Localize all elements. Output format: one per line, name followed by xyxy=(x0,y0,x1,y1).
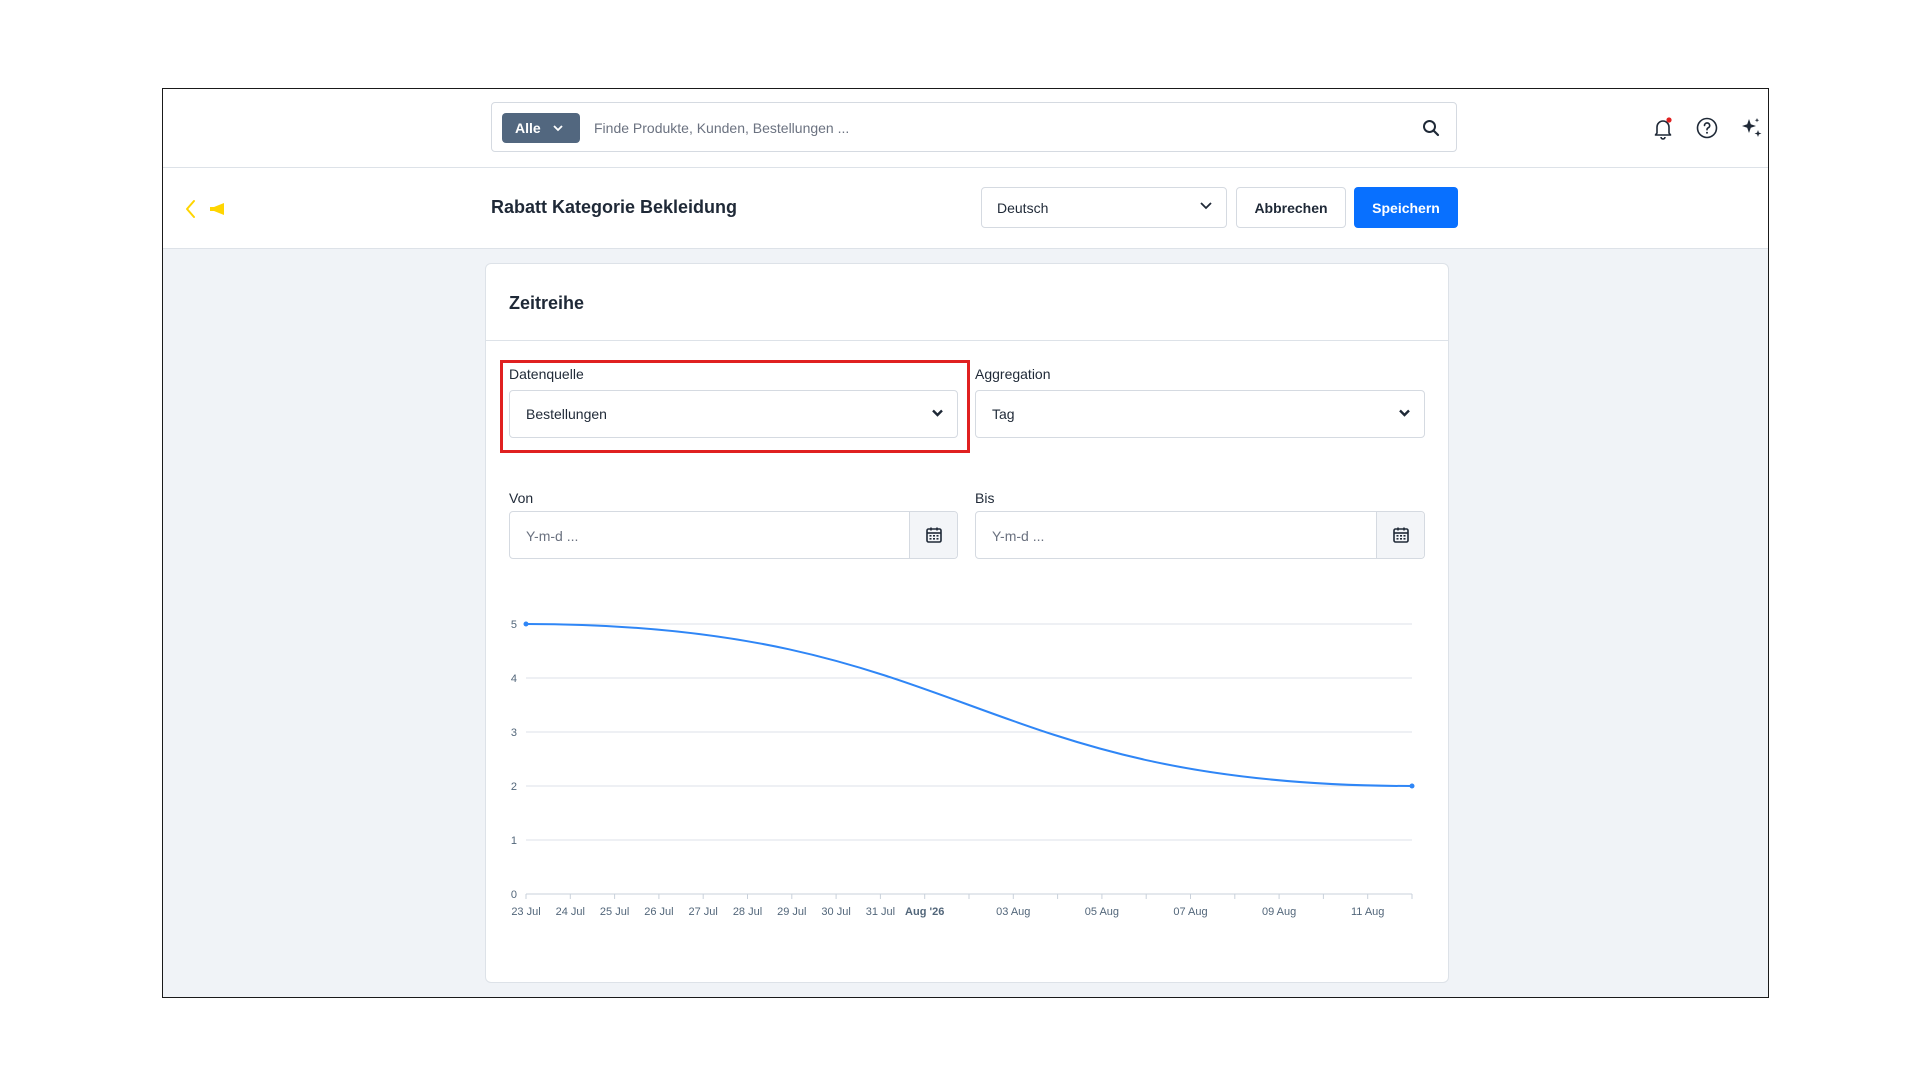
x-tick-label: 27 Jul xyxy=(689,906,718,918)
y-tick-label: 3 xyxy=(511,727,517,739)
language-select-value: Deutsch xyxy=(997,199,1049,216)
chevron-left-icon[interactable] xyxy=(181,198,201,220)
cancel-button[interactable]: Abbrechen xyxy=(1236,187,1346,228)
smart-bar: Rabatt Kategorie Bekleidung Deutsch Abbr… xyxy=(163,168,1768,249)
data-point xyxy=(523,621,529,627)
page-title: Rabatt Kategorie Bekleidung xyxy=(491,197,738,217)
calendar-icon[interactable] xyxy=(909,512,957,558)
series-line xyxy=(525,623,1413,787)
y-tick-label: 2 xyxy=(511,781,517,793)
language-select[interactable]: Deutsch xyxy=(981,187,1227,228)
to-label: Bis xyxy=(975,490,995,506)
x-tick-label: 26 Jul xyxy=(644,906,673,918)
to-date-input[interactable] xyxy=(992,525,1292,547)
y-tick-label: 1 xyxy=(511,835,517,847)
search-filter-label: Alle xyxy=(515,120,541,136)
from-date-field xyxy=(509,511,958,559)
help-icon[interactable] xyxy=(1694,115,1720,141)
x-tick-label: Aug '26 xyxy=(905,906,944,918)
chevron-down-icon xyxy=(553,124,563,131)
from-label: Von xyxy=(509,490,534,506)
search-input[interactable] xyxy=(594,115,1394,141)
x-tick-label: 28 Jul xyxy=(733,906,762,918)
card-header: Zeitreihe xyxy=(486,264,1448,341)
megaphone-icon xyxy=(208,202,228,215)
chevron-down-icon xyxy=(1200,202,1212,210)
y-tick-label: 5 xyxy=(511,619,517,631)
global-search: Alle xyxy=(491,102,1457,152)
data-point xyxy=(1409,783,1415,789)
x-tick-label: 07 Aug xyxy=(1173,906,1207,918)
bell-icon[interactable] xyxy=(1650,115,1676,141)
save-button[interactable]: Speichern xyxy=(1354,187,1458,228)
y-tick-label: 4 xyxy=(511,673,517,685)
datasource-value: Bestellungen xyxy=(526,406,607,422)
aggregation-value: Tag xyxy=(992,406,1015,422)
aggregation-select[interactable]: Tag xyxy=(975,390,1425,438)
x-tick-label: 11 Aug xyxy=(1351,906,1384,918)
from-date-input[interactable] xyxy=(526,525,826,547)
datasource-label: Datenquelle xyxy=(509,366,584,382)
time-series-card: Zeitreihe Datenquelle Bestellungen Aggre… xyxy=(485,263,1449,983)
x-tick-label: 24 Jul xyxy=(556,906,585,918)
x-tick-label: 03 Aug xyxy=(996,906,1030,918)
sparkles-icon[interactable] xyxy=(1738,115,1764,141)
search-icon[interactable] xyxy=(1418,115,1444,141)
x-tick-label: 30 Jul xyxy=(821,906,850,918)
chevron-down-icon xyxy=(932,409,943,417)
search-filter-dropdown[interactable]: Alle xyxy=(502,113,580,143)
app-window: Alle Rabatt Kategorie Bekleidung Deutsch xyxy=(162,88,1769,998)
x-tick-label: 23 Jul xyxy=(511,906,540,918)
datasource-select[interactable]: Bestellungen xyxy=(509,390,958,438)
y-tick-label: 0 xyxy=(511,889,517,901)
x-tick-label: 31 Jul xyxy=(866,906,895,918)
x-tick-label: 05 Aug xyxy=(1085,906,1119,918)
chevron-down-icon xyxy=(1399,409,1410,417)
aggregation-label: Aggregation xyxy=(975,366,1051,382)
top-bar: Alle xyxy=(163,89,1768,168)
time-series-chart: 0 1 2 3 4 5 23 Jul 24 Jul 25 Jul 26 Jul 27 Jul 28 J… xyxy=(511,619,1415,918)
calendar-icon[interactable] xyxy=(1376,512,1424,558)
x-tick-label: 09 Aug xyxy=(1262,906,1296,918)
x-tick-label: 25 Jul xyxy=(600,906,629,918)
card-title: Zeitreihe xyxy=(509,293,585,313)
to-date-field xyxy=(975,511,1425,559)
x-tick-label: 29 Jul xyxy=(777,906,806,918)
